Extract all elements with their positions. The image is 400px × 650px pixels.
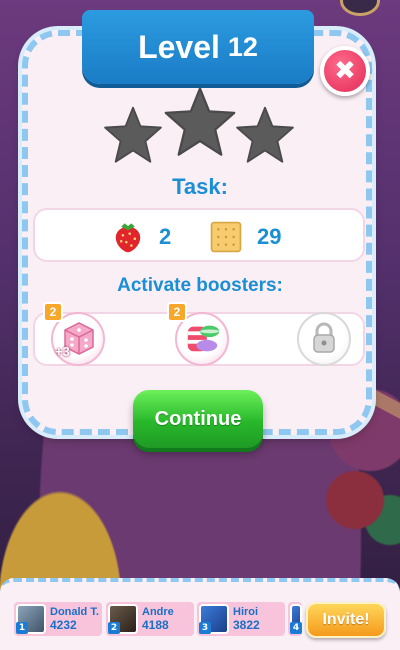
- goal-cracker-count: 29: [257, 224, 282, 249]
- close-button[interactable]: ✖: [320, 46, 370, 96]
- friend-score: 3822: [233, 618, 260, 632]
- dice-booster-count: 2: [43, 302, 63, 322]
- striped-candy-booster[interactable]: 2: [167, 302, 229, 366]
- cracker-icon: [210, 221, 242, 253]
- dice-booster-overlay: +3: [55, 344, 70, 359]
- avatar: 1: [16, 604, 46, 634]
- avatar: 3: [199, 604, 229, 634]
- locked-booster[interactable]: [297, 312, 351, 366]
- star-icon-right: [236, 106, 294, 163]
- friend-entry[interactable]: 3 Hiroi 3822: [197, 602, 285, 636]
- close-icon: ✖: [334, 56, 356, 86]
- star-rating: [100, 84, 300, 174]
- strawberry-icon: [115, 223, 141, 253]
- avatar: 4: [290, 604, 302, 634]
- friend-rank: 4: [290, 622, 302, 634]
- friend-entry[interactable]: 2 Andre 4188: [106, 602, 194, 636]
- invite-button[interactable]: Invite!: [306, 602, 386, 638]
- friend-entry[interactable]: 4: [288, 602, 302, 636]
- boosters-label: Activate boosters:: [117, 275, 283, 296]
- continue-button[interactable]: Continue: [133, 390, 263, 448]
- goal-strawberry-count: 2: [159, 224, 172, 249]
- striped-candy-booster-icon: [187, 325, 220, 352]
- friend-rank: 2: [108, 622, 120, 634]
- task-label: Task:: [172, 174, 228, 199]
- friend-rank: 3: [199, 622, 211, 634]
- friend-entry[interactable]: 1 Donald T. 4232: [14, 602, 102, 636]
- avatar: 2: [108, 604, 138, 634]
- dice-booster[interactable]: +3 2: [43, 302, 105, 366]
- star-icon-left: [104, 106, 162, 163]
- level-title-word: Level: [138, 28, 220, 65]
- striped-candy-booster-count: 2: [167, 302, 187, 322]
- goal-strawberry: 2: [111, 220, 171, 254]
- task-goals-panel: 2 29: [33, 208, 365, 262]
- level-number: 12: [227, 31, 258, 62]
- lock-icon: [313, 322, 335, 353]
- star-icon-center: [164, 87, 236, 156]
- goal-cracker: 29: [209, 220, 281, 254]
- friend-score: 4232: [50, 618, 77, 632]
- friend-rank: 1: [16, 622, 28, 634]
- level-title-banner: Level 12: [82, 10, 314, 84]
- boosters-panel: +3 2 2: [33, 302, 365, 366]
- friend-score: 4188: [142, 618, 169, 632]
